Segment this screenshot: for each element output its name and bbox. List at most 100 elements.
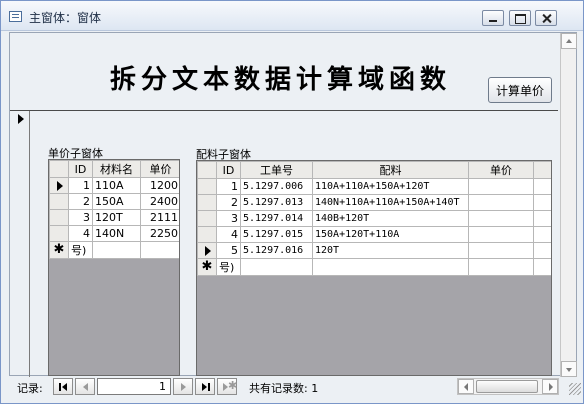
table-row: 3 120T 2111	[49, 209, 179, 226]
new-row-icon: ✱	[53, 242, 65, 257]
mix-cell[interactable]: 150A+120T+110A	[312, 226, 469, 243]
blank-cell[interactable]	[533, 194, 551, 211]
price-cell[interactable]: 1200	[140, 177, 179, 194]
resize-grip-icon[interactable]	[569, 383, 581, 395]
id-cell[interactable]: 4	[68, 225, 93, 242]
new-row-id-cell[interactable]: 号)	[68, 241, 93, 259]
row-selector[interactable]	[49, 225, 69, 242]
column-header-id[interactable]: ID	[216, 161, 241, 179]
price-cell[interactable]	[140, 241, 179, 259]
price-cell[interactable]	[468, 258, 534, 276]
blank-cell[interactable]	[533, 210, 551, 227]
maximize-button[interactable]	[509, 10, 531, 26]
row-selector[interactable]	[197, 226, 217, 243]
price-cell[interactable]	[468, 178, 534, 195]
table-row: 2 150A 2400	[49, 193, 179, 210]
form-icon	[9, 11, 22, 22]
row-selector[interactable]	[49, 177, 69, 194]
calculate-price-button[interactable]: 计算单价	[488, 77, 552, 103]
price-cell[interactable]	[468, 226, 534, 243]
close-button[interactable]	[535, 10, 557, 26]
scroll-left-icon[interactable]	[458, 379, 474, 394]
order-cell[interactable]: 5.1297.006	[240, 178, 313, 195]
scroll-right-icon[interactable]	[542, 379, 558, 394]
column-header-id[interactable]: ID	[68, 160, 93, 178]
material-cell[interactable]	[92, 241, 141, 259]
column-header-price[interactable]: 单价	[140, 160, 179, 178]
table-row: 1 5.1297.006 110A+110A+150A+120T	[197, 178, 551, 195]
order-cell[interactable]: 5.1297.016	[240, 242, 313, 259]
column-header-mix[interactable]: 配料	[312, 161, 469, 179]
horizontal-scrollbar[interactable]	[457, 378, 559, 395]
material-cell[interactable]: 120T	[92, 209, 141, 226]
form-body: 拆分文本数据计算域函数 计算单价 单价子窗体 ID 材料名 单价 1 110A 12…	[9, 32, 577, 377]
current-record-input[interactable]	[97, 378, 171, 395]
mix-cell[interactable]: 140B+120T	[312, 210, 469, 227]
current-record-icon	[18, 114, 24, 124]
scroll-thumb[interactable]	[476, 380, 538, 393]
price-cell[interactable]	[468, 210, 534, 227]
last-record-icon	[202, 383, 207, 391]
grid-corner[interactable]	[49, 160, 69, 178]
row-selector[interactable]	[197, 210, 217, 227]
id-cell[interactable]: 3	[68, 209, 93, 226]
previous-record-button[interactable]	[75, 378, 95, 395]
column-header-material[interactable]: 材料名	[92, 160, 141, 178]
order-cell[interactable]: 5.1297.013	[240, 194, 313, 211]
order-cell[interactable]	[240, 258, 313, 276]
mix-cell[interactable]	[312, 258, 469, 276]
material-cell[interactable]: 150A	[92, 193, 141, 210]
id-cell[interactable]: 2	[68, 193, 93, 210]
mix-cell[interactable]: 120T	[312, 242, 469, 259]
material-cell[interactable]: 140N	[92, 225, 141, 242]
minimize-button[interactable]	[482, 10, 504, 26]
window-title: 主窗体：窗体	[29, 11, 102, 25]
price-cell[interactable]: 2250	[140, 225, 179, 242]
id-cell[interactable]: 4	[216, 226, 241, 243]
id-cell[interactable]: 3	[216, 210, 241, 227]
blank-cell[interactable]	[533, 226, 551, 243]
mix-cell[interactable]: 110A+110A+150A+120T	[312, 178, 469, 195]
first-record-button[interactable]	[53, 378, 73, 395]
price-cell[interactable]	[468, 194, 534, 211]
price-cell[interactable]	[468, 242, 534, 259]
column-header-order[interactable]: 工单号	[240, 161, 313, 179]
column-header-blank[interactable]	[533, 161, 551, 179]
table-row: 1 110A 1200	[49, 177, 179, 194]
column-header-price[interactable]: 单价	[468, 161, 534, 179]
main-window: 主窗体：窗体 拆分文本数据计算域函数 计算单价 单价子窗体 ID 材料名 单价	[0, 0, 584, 404]
mix-cell[interactable]: 140N+110A+110A+150A+140T	[312, 194, 469, 211]
scroll-up-icon[interactable]	[561, 33, 577, 49]
id-cell[interactable]: 2	[216, 194, 241, 211]
material-cell[interactable]: 110A	[92, 177, 141, 194]
row-selector[interactable]	[197, 194, 217, 211]
row-selector[interactable]	[197, 178, 217, 195]
row-selector[interactable]: ✱	[49, 241, 69, 259]
mix-subform: ID 工单号 配料 单价 1 5.1297.006 110A+110A+150A+1…	[196, 160, 552, 376]
price-cell[interactable]: 2111	[140, 209, 179, 226]
row-selector[interactable]	[49, 193, 69, 210]
id-cell[interactable]: 1	[68, 177, 93, 194]
new-record-button[interactable]: ✱	[217, 378, 237, 395]
last-record-button[interactable]	[195, 378, 215, 395]
price-cell[interactable]: 2400	[140, 193, 179, 210]
id-cell[interactable]: 5	[216, 242, 241, 259]
row-selector[interactable]	[197, 242, 217, 259]
header-divider	[10, 110, 558, 111]
form-vertical-scrollbar[interactable]	[560, 33, 577, 377]
scroll-down-icon[interactable]	[561, 361, 577, 377]
new-row-id-cell[interactable]: 号)	[216, 258, 241, 276]
record-selector[interactable]	[10, 111, 30, 377]
order-cell[interactable]: 5.1297.015	[240, 226, 313, 243]
row-selector[interactable]: ✱	[197, 258, 217, 276]
blank-cell[interactable]	[533, 258, 551, 276]
id-cell[interactable]: 1	[216, 178, 241, 195]
next-record-button[interactable]	[173, 378, 193, 395]
order-cell[interactable]: 5.1297.014	[240, 210, 313, 227]
current-row-icon	[205, 246, 211, 256]
form-heading: 拆分文本数据计算域函数	[110, 65, 452, 95]
blank-cell[interactable]	[533, 178, 551, 195]
grid-corner[interactable]	[197, 161, 217, 179]
row-selector[interactable]	[49, 209, 69, 226]
blank-cell[interactable]	[533, 242, 551, 259]
